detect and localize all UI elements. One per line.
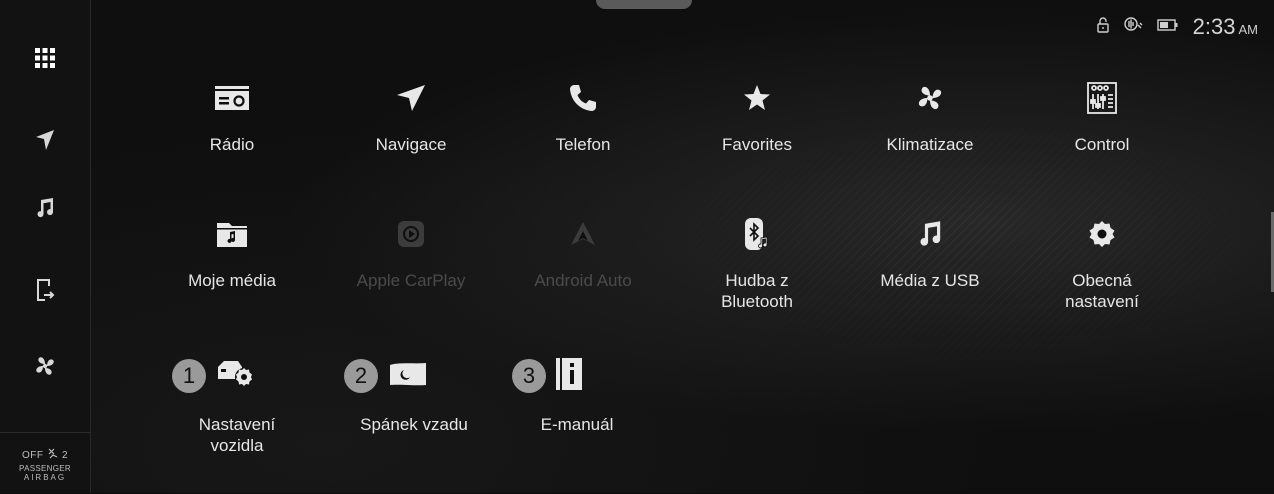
sidebar-apps-button[interactable] <box>0 30 90 90</box>
settings-gear-icon <box>1088 220 1116 253</box>
airbag-line2: AIRBAG <box>23 473 67 482</box>
sidebar-climate-button[interactable] <box>0 338 90 398</box>
app-label-line1: Nastavení <box>198 415 276 434</box>
app-vehicle-settings[interactable]: 1 Nastavení vozidla <box>172 356 342 456</box>
app-android-auto[interactable]: Android Auto <box>503 214 663 291</box>
app-general-settings[interactable]: Obecná nastavení <box>1022 214 1182 312</box>
app-label-line2: vozidla <box>210 436 264 455</box>
sidebar: OFF 2 PASSENGER AIRBAG <box>0 0 91 493</box>
app-label: Nastavení vozidla <box>172 414 302 456</box>
folder-music-icon <box>217 221 247 252</box>
fan-icon <box>916 84 944 117</box>
radio-icon <box>215 85 249 115</box>
carplay-icon <box>397 220 425 253</box>
app-label: Obecná nastavení <box>1022 270 1182 312</box>
app-label: Rádio <box>209 135 255 154</box>
phone-icon <box>568 83 598 118</box>
app-label: Telefon <box>555 135 611 154</box>
app-label: Hudba z Bluetooth <box>677 270 837 312</box>
app-phone[interactable]: Telefon <box>503 78 663 155</box>
clock-time: 2:33 <box>1192 14 1236 39</box>
rear-sleep-icon <box>388 361 428 392</box>
app-rear-sleep[interactable]: 2 Spánek vzadu <box>344 356 514 435</box>
airbag-state: OFF <box>21 450 44 461</box>
sidebar-projection-button[interactable] <box>0 262 90 322</box>
android-auto-icon <box>569 220 597 253</box>
top-pull-handle[interactable] <box>596 0 692 9</box>
app-label: Apple CarPlay <box>356 271 466 290</box>
app-my-media[interactable]: Moje média <box>152 214 312 291</box>
music-icon <box>35 197 55 224</box>
app-apple-carplay[interactable]: Apple CarPlay <box>331 214 491 291</box>
navigation-icon <box>35 129 55 156</box>
app-label: Control <box>1074 135 1130 154</box>
battery-icon <box>1156 18 1179 36</box>
lock-icon <box>1096 16 1109 38</box>
climate-fan-icon <box>34 355 56 382</box>
passenger-airbag-indicator: OFF 2 PASSENGER AIRBAG <box>0 432 90 494</box>
app-label: E-manuál <box>540 415 614 434</box>
callout-badge: 1 <box>172 359 206 393</box>
airbag-line1: PASSENGER <box>19 464 71 473</box>
car-settings-icon <box>216 359 256 394</box>
bluetooth-music-icon <box>745 217 769 255</box>
sidebar-music-button[interactable] <box>0 180 90 240</box>
usb-music-icon <box>917 220 943 253</box>
clock-ampm: AM <box>1238 22 1259 37</box>
app-label-line2: Bluetooth <box>721 292 793 311</box>
app-control[interactable]: Control <box>1022 78 1182 155</box>
app-label: Spánek vzadu <box>360 415 468 434</box>
app-e-manual[interactable]: 3 E-manuál <box>512 356 682 435</box>
callout-badge: 3 <box>512 359 546 393</box>
app-climate[interactable]: Klimatizace <box>850 78 1010 155</box>
phone-projection-icon <box>35 278 55 307</box>
voice-recognition-icon <box>1123 16 1143 39</box>
app-bluetooth-music[interactable]: Hudba z Bluetooth <box>677 214 837 312</box>
apps-grid-icon <box>35 47 55 73</box>
app-label: Média z USB <box>880 271 980 290</box>
app-label-line1: Obecná <box>1072 271 1132 290</box>
app-usb-media[interactable]: Média z USB <box>850 214 1010 291</box>
sidebar-navigation-button[interactable] <box>0 112 90 172</box>
app-favorites[interactable]: Favorites <box>677 78 837 155</box>
navigation-icon <box>396 83 426 118</box>
app-label: Moje média <box>188 271 276 290</box>
app-label: Android Auto <box>534 271 632 290</box>
app-navigation[interactable]: Navigace <box>331 78 491 155</box>
app-label-line1: Hudba z <box>725 271 789 290</box>
callout-badge: 2 <box>344 359 378 393</box>
app-label-line2: nastavení <box>1065 292 1139 311</box>
airbag-seat-icon <box>47 448 62 461</box>
app-label: Navigace <box>375 135 447 154</box>
app-label: Klimatizace <box>886 135 974 154</box>
e-manual-icon <box>556 357 582 395</box>
airbag-seat-number: 2 <box>62 450 69 461</box>
control-panel-icon <box>1087 81 1117 119</box>
app-label: Favorites <box>722 135 792 154</box>
clock: 2:33 AM <box>1193 14 1258 40</box>
star-icon <box>743 84 771 117</box>
status-bar: 2:33 AM <box>1096 14 1258 40</box>
app-radio[interactable]: Rádio <box>152 78 312 155</box>
